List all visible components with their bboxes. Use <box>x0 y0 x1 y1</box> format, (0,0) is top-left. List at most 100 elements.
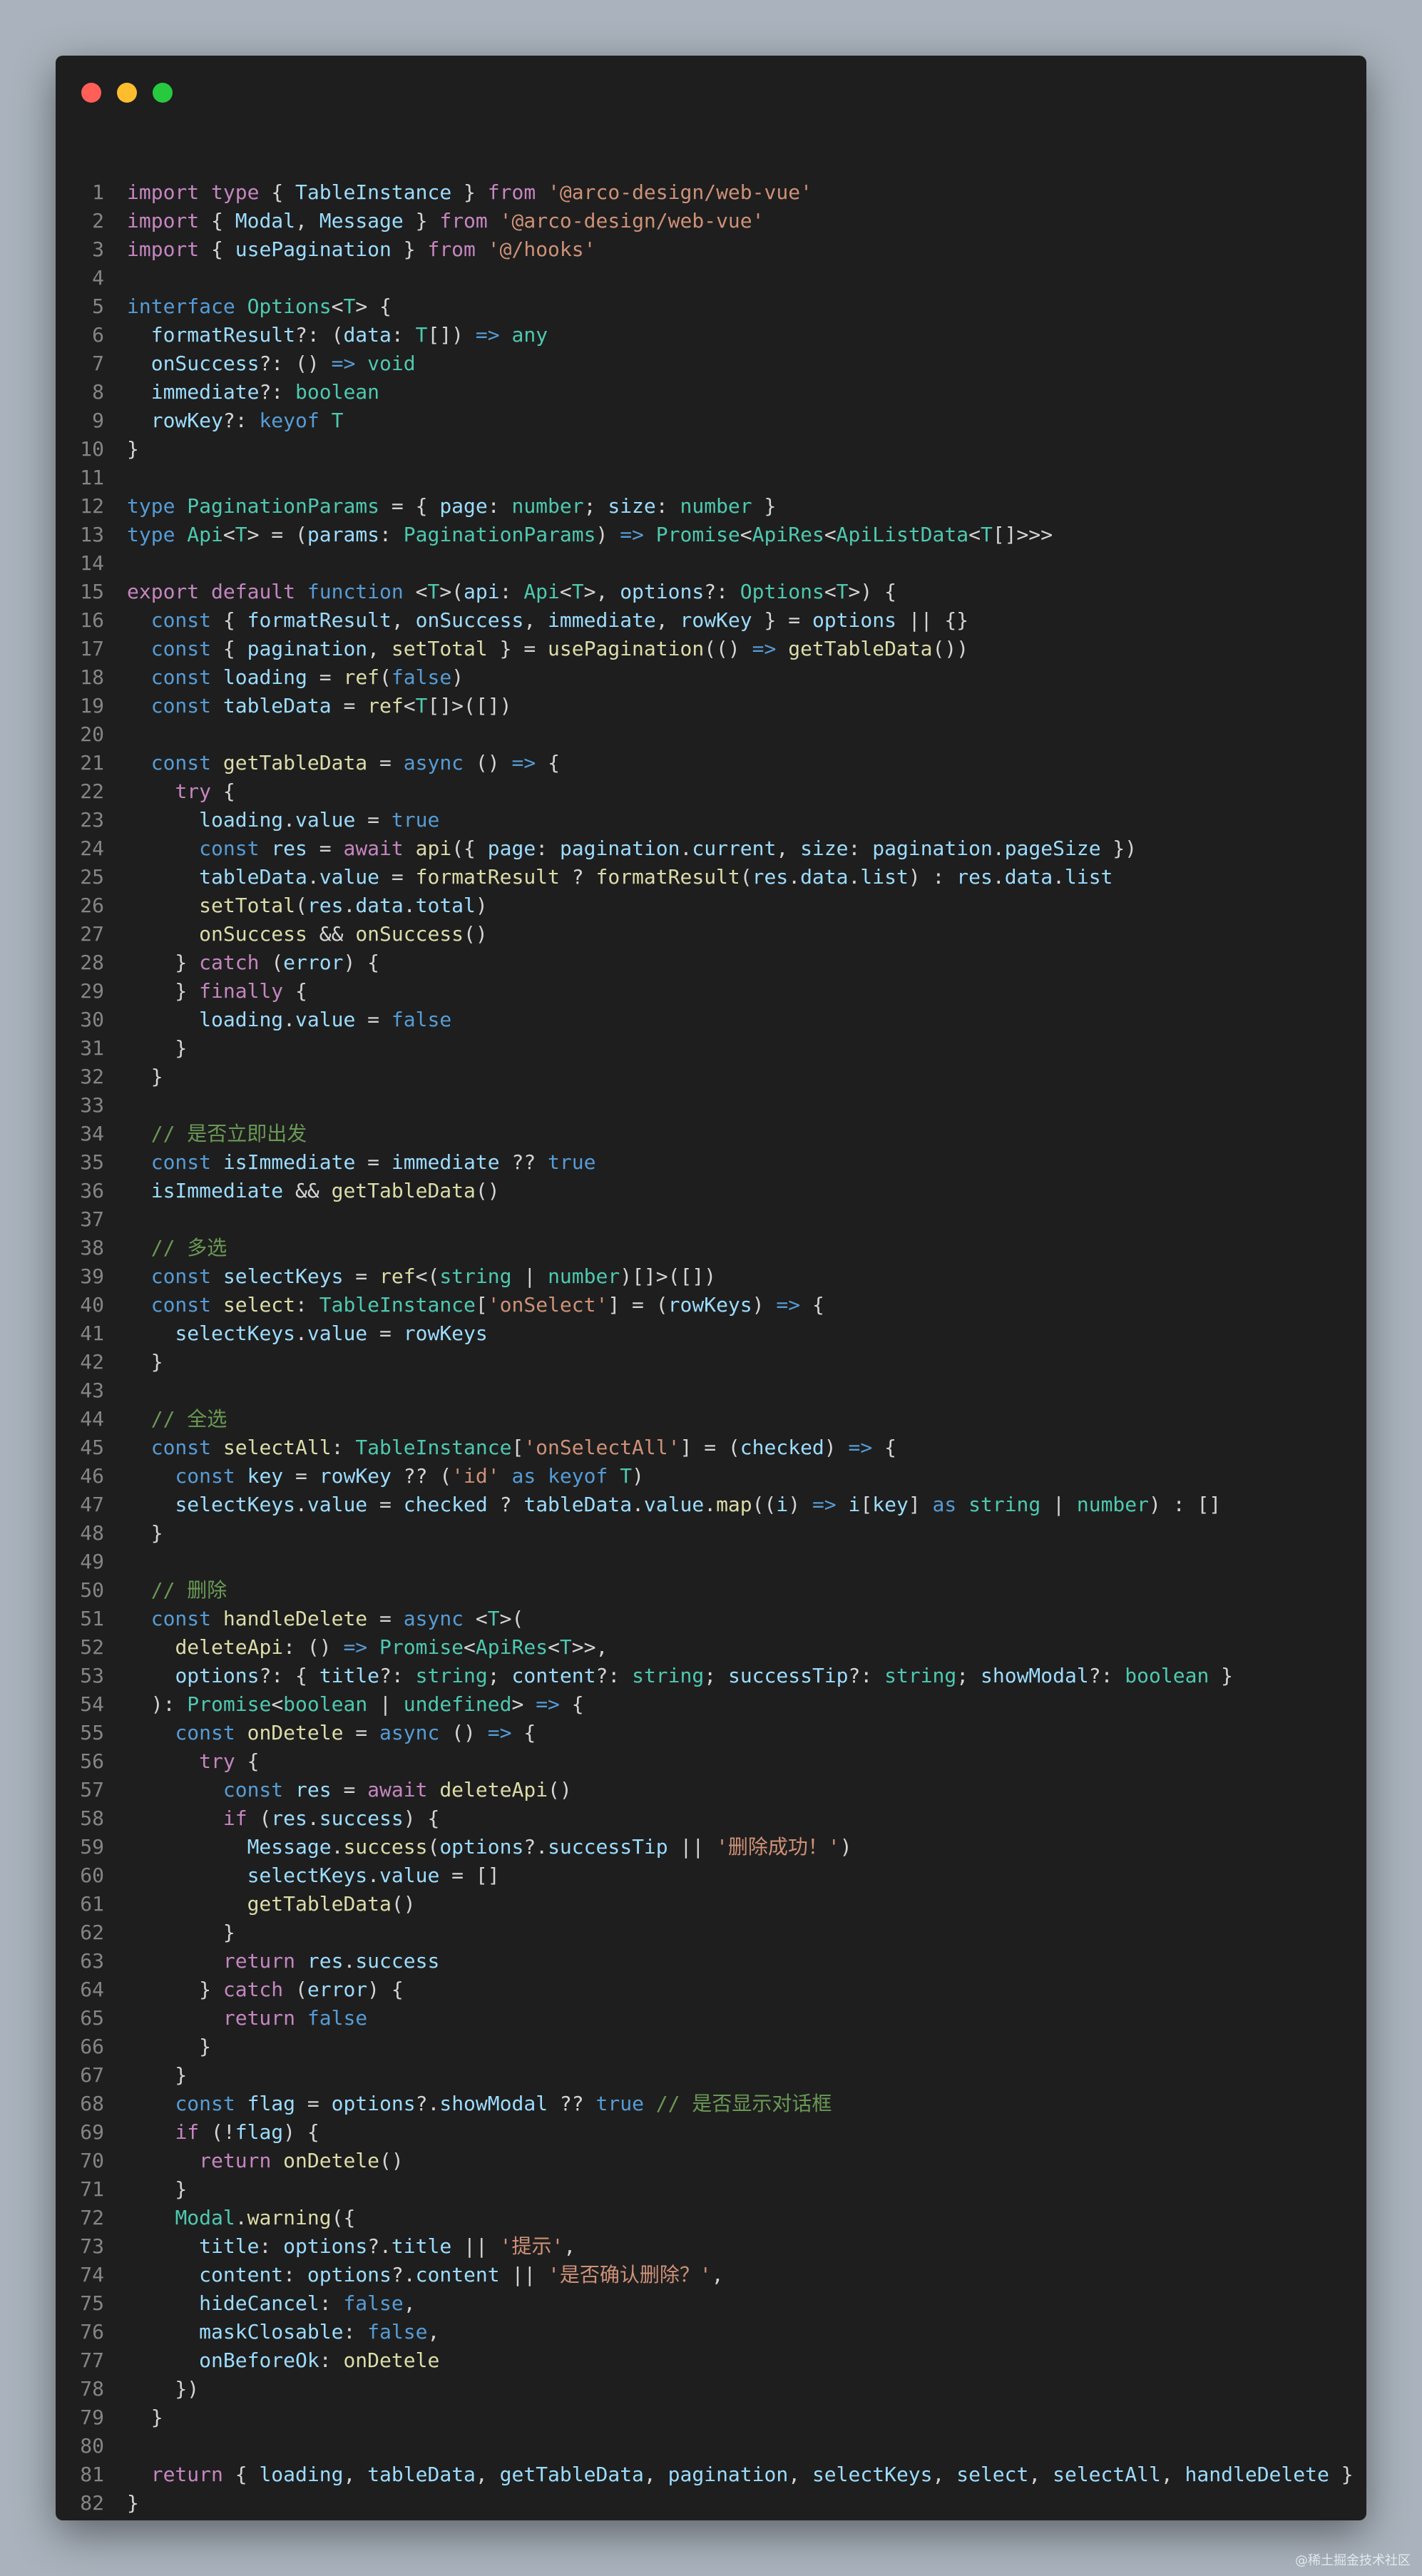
code-token: void <box>367 352 416 375</box>
code-token: , <box>1028 2463 1053 2486</box>
code-token: () <box>379 2149 404 2172</box>
code-token: Options <box>247 295 332 318</box>
code-token: []>([]) <box>427 694 512 717</box>
code-token: < <box>740 523 752 546</box>
code-token: ?? ( <box>391 1464 452 1488</box>
code-token: success <box>343 1835 428 1859</box>
code-line: 47 selectKeys.value = checked ? tableDat… <box>56 1491 1366 1519</box>
code-token: import <box>127 209 212 232</box>
code-token: Message <box>319 209 404 232</box>
line-number: 10 <box>80 437 104 461</box>
code-token: return <box>150 2463 235 2486</box>
code-token: ?: <box>222 409 260 432</box>
code-token: . <box>307 1806 319 1830</box>
code-token: ?: { <box>259 1664 319 1687</box>
minimize-window-button[interactable] <box>117 83 137 103</box>
code-token: i <box>776 1493 789 1516</box>
code-token: params <box>307 523 380 546</box>
code-line: 77 onBeforeOk: onDetele <box>56 2346 1366 2375</box>
code-token: onDetele <box>283 2149 380 2172</box>
code-token: deleteApi <box>175 1635 284 1659</box>
code-token: number <box>680 494 752 518</box>
line-number: 56 <box>80 1749 104 1773</box>
code-token: '@/hooks' <box>487 237 596 261</box>
code-token: . <box>403 894 416 917</box>
code-token: } = <box>752 608 812 632</box>
code-token: pagination <box>247 637 368 660</box>
code-token: ?: () <box>259 352 332 375</box>
code-token: = <box>367 1322 404 1345</box>
code-token: content <box>199 2263 284 2286</box>
code-token: , <box>343 2463 368 2486</box>
line-number: 59 <box>80 1835 104 1859</box>
code-token: Promise <box>655 523 740 546</box>
code-token: false <box>307 2006 368 2030</box>
code-token: pagination <box>559 837 680 860</box>
code-token: . <box>704 1493 717 1516</box>
code-token: < <box>464 1635 476 1659</box>
code-token: await <box>343 837 416 860</box>
code-token: >>, <box>571 1635 608 1659</box>
line-number: 61 <box>80 1892 104 1916</box>
line-number: 41 <box>80 1322 104 1345</box>
line-number: 14 <box>80 551 104 575</box>
code-token: } <box>1209 1664 1234 1687</box>
code-token: Modal <box>175 2206 235 2229</box>
code-token: const <box>150 751 223 775</box>
code-token: list <box>860 865 909 889</box>
code-line: 62 } <box>56 1918 1366 1947</box>
line-number: 2 <box>92 209 104 232</box>
line-number: 50 <box>80 1578 104 1602</box>
line-number: 60 <box>80 1864 104 1887</box>
code-token: false <box>343 2291 404 2315</box>
code-token: content <box>511 1664 596 1687</box>
code-token: ; <box>704 1664 728 1687</box>
code-line: 58 if (res.success) { <box>56 1804 1366 1833</box>
code-token: rowKey <box>680 608 752 632</box>
code-line: 3 import { usePagination } from '@/hooks' <box>56 235 1366 264</box>
code-token: immediate <box>391 1150 500 1174</box>
code-line: 64 } catch (error) { <box>56 1976 1366 2004</box>
line-number: 52 <box>80 1635 104 1659</box>
close-window-button[interactable] <box>81 83 101 103</box>
code-line: 45 const selectAll: TableInstance['onSel… <box>56 1433 1366 1462</box>
line-number: 17 <box>80 637 104 660</box>
maximize-window-button[interactable] <box>153 83 173 103</box>
line-number: 53 <box>80 1664 104 1687</box>
line-number: 33 <box>80 1093 104 1117</box>
code-token: data <box>800 865 849 889</box>
code-line: 46 const key = rowKey ?? ('id' as keyof … <box>56 1462 1366 1491</box>
code-line: 69 if (!flag) { <box>56 2118 1366 2147</box>
code-token: default <box>211 580 307 603</box>
line-number: 6 <box>92 323 104 347</box>
line-number: 82 <box>80 2491 104 2515</box>
code-token: | <box>367 1692 404 1716</box>
code-line: 11 <box>56 464 1366 492</box>
code-line: 54 ): Promise<boolean | undefined> => { <box>56 1690 1366 1719</box>
line-number: 72 <box>80 2206 104 2229</box>
code-token: loading <box>199 1008 284 1031</box>
line-number: 62 <box>80 1921 104 1944</box>
code-token: { <box>222 608 247 632</box>
code-token: } = <box>487 637 548 660</box>
code-token: onDetele <box>343 2348 440 2372</box>
code-token: value <box>307 1322 368 1345</box>
line-number: 83 <box>56 2518 104 2520</box>
code-token: ( <box>740 865 752 889</box>
code-token: : <box>295 1293 319 1317</box>
window-titlebar <box>56 56 1366 120</box>
code-token: ; <box>487 1664 512 1687</box>
code-token: > { <box>355 295 392 318</box>
code-token: = <box>367 1607 404 1630</box>
code-token: { <box>222 637 247 660</box>
code-token: , <box>403 2291 416 2315</box>
code-token: type <box>127 494 188 518</box>
code-token: ?. <box>391 2263 416 2286</box>
